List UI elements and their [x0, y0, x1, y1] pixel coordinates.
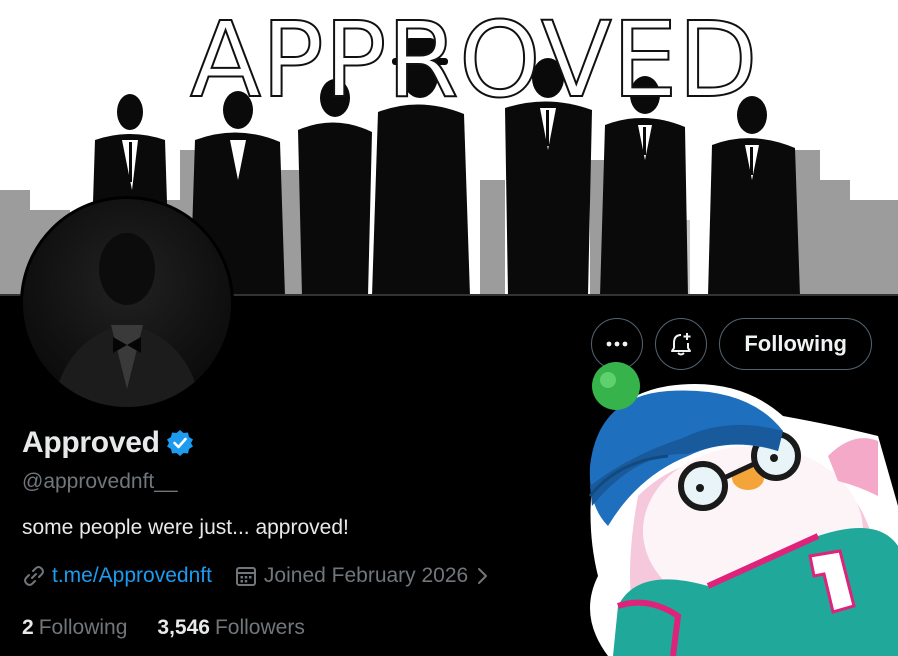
following-label: Following [38, 616, 128, 639]
profile-bio: some people were just... approved! [22, 516, 349, 539]
penguin-sticker-image [588, 362, 898, 656]
profile-joined-text: Joined February 2026 [263, 564, 469, 587]
chevron-right-icon [478, 568, 488, 584]
followers-label: Followers [214, 616, 305, 639]
profile-name-row: Approved [22, 426, 194, 460]
following-stat[interactable]: 2 Following [22, 616, 127, 640]
avatar-tuxedo-silhouette [53, 233, 201, 407]
followers-stat[interactable]: 3,546 Followers [157, 616, 304, 640]
banner-title-art: A P P R O V E D [189, 0, 759, 121]
bell-plus-icon [671, 333, 692, 356]
display-name: Approved [22, 426, 160, 459]
profile-handle: @approvednft__ [22, 470, 178, 493]
profile-joined[interactable]: Joined February 2026 [234, 564, 490, 588]
followers-count: 3,546 [157, 616, 210, 639]
more-icon [606, 341, 628, 347]
link-icon [24, 566, 44, 586]
verified-badge-icon[interactable] [166, 429, 194, 457]
following-count: 2 [22, 616, 34, 639]
profile-avatar[interactable] [20, 196, 234, 410]
profile-meta: t.me/Approvednft Joined February 2026 [22, 564, 490, 588]
calendar-icon [235, 567, 256, 586]
profile-stats: 2 Following 3,546 Followers [22, 616, 305, 640]
profile-link[interactable]: t.me/Approvednft [22, 564, 212, 588]
profile-link-text[interactable]: t.me/Approvednft [52, 564, 212, 588]
